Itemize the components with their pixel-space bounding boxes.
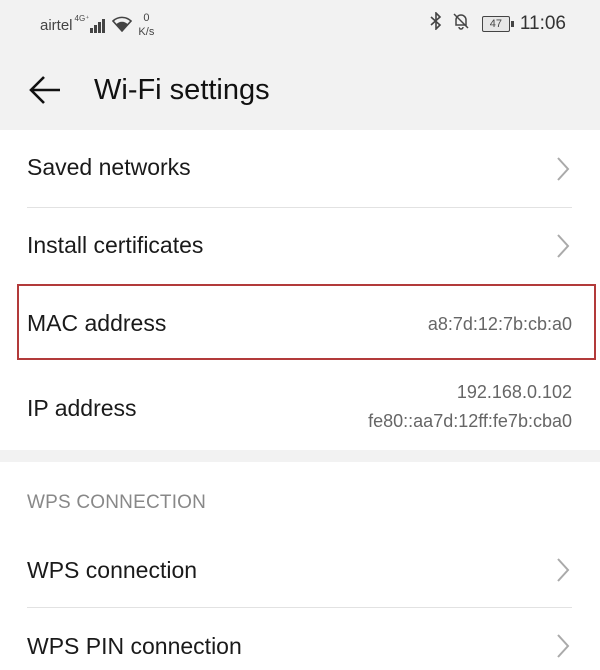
ip-address-row: IP address 192.168.0.102 fe80::aa7d:12ff… (0, 362, 600, 450)
network-type: 4G⁺ (74, 14, 90, 23)
status-bar: airtel 4G⁺ 0 K/s 47 11:06 (0, 0, 600, 52)
back-arrow-icon (29, 76, 60, 104)
data-speed-unit: K/s (138, 26, 155, 38)
mac-address-highlight (17, 284, 596, 360)
install-certificates-row[interactable]: Install certificates (0, 208, 600, 284)
wps-connection-label: WPS connection (27, 557, 198, 583)
status-left: airtel 4G⁺ 0 K/s (40, 11, 154, 39)
ipv6-address-value: fe80::aa7d:12ff:fe7b:cba0 (368, 411, 572, 431)
wifi-icon (112, 16, 133, 37)
mute-bell-icon (452, 12, 470, 35)
ip-address-label: IP address (27, 395, 137, 421)
data-speed-value: 0 (143, 12, 150, 24)
saved-networks-row[interactable]: Saved networks (0, 130, 600, 208)
wps-connection-row[interactable]: WPS connection (0, 532, 600, 608)
chevron-right-icon (556, 557, 570, 588)
saved-networks-label: Saved networks (27, 154, 191, 180)
chevron-right-icon (556, 233, 570, 264)
carrier-name: airtel (40, 17, 73, 34)
battery-icon: 47 (481, 15, 514, 32)
signal-icon (90, 17, 106, 33)
app-bar: Wi-Fi settings (0, 52, 600, 130)
install-certificates-label: Install certificates (27, 232, 204, 258)
chevron-right-icon (556, 633, 570, 664)
page-title: Wi-Fi settings (94, 74, 270, 106)
wps-pin-connection-label: WPS PIN connection (27, 633, 242, 659)
chevron-right-icon (556, 156, 570, 187)
bluetooth-icon (430, 11, 442, 35)
status-right: 47 11:06 (420, 11, 566, 35)
section-header-wps: WPS CONNECTION (27, 492, 207, 513)
ipv4-address-value: 192.168.0.102 (456, 382, 572, 402)
status-time: 11:06 (519, 12, 566, 34)
back-button[interactable] (24, 72, 68, 116)
wps-pin-connection-row[interactable]: WPS PIN connection (0, 608, 600, 670)
data-speed: 0 K/s (138, 11, 154, 39)
